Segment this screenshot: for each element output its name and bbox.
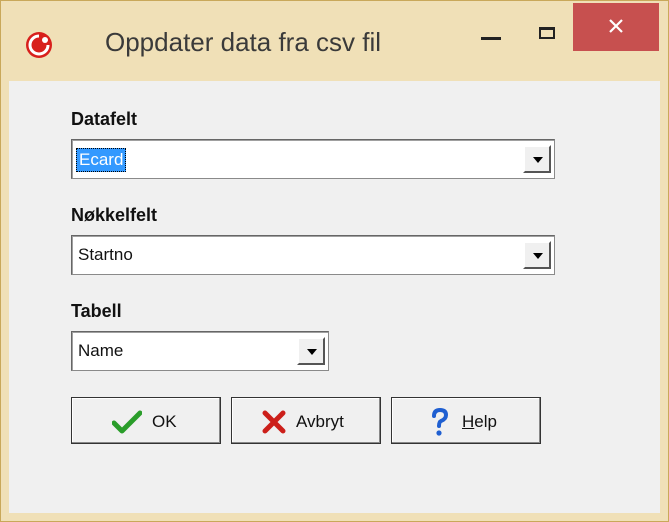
- dialog-window: Oppdater data fra csv fil Datafelt Ecard…: [0, 0, 669, 522]
- help-label-rest: elp: [474, 412, 497, 431]
- title-bar[interactable]: Oppdater data fra csv fil: [1, 1, 668, 81]
- help-button[interactable]: Help: [391, 397, 541, 444]
- nokkelfelt-dropdown-button[interactable]: [523, 241, 551, 269]
- datafelt-value: Ecard: [76, 148, 127, 172]
- help-label: Help: [462, 412, 497, 432]
- cancel-label: Avbryt: [296, 412, 344, 431]
- ok-button[interactable]: OK: [71, 397, 221, 444]
- dialog-body: Datafelt Ecard Nøkkelfelt Startno Tabell…: [9, 81, 660, 513]
- ok-label: OK: [152, 412, 177, 431]
- tabell-combobox[interactable]: Name: [71, 331, 329, 371]
- nokkelfelt-combobox[interactable]: Startno: [71, 235, 555, 275]
- window-title: Oppdater data fra csv fil: [105, 27, 382, 57]
- datafelt-dropdown-button[interactable]: [523, 145, 551, 173]
- close-button[interactable]: [573, 3, 659, 51]
- chevron-down-icon: [533, 253, 543, 259]
- minimize-icon: [481, 37, 501, 40]
- close-icon: [609, 19, 623, 33]
- maximize-icon: [539, 27, 555, 39]
- question-icon: [432, 407, 449, 436]
- help-hotkey: H: [462, 412, 475, 431]
- tabell-dropdown-button[interactable]: [297, 337, 325, 365]
- tabell-label: Tabell: [71, 301, 122, 321]
- nokkelfelt-value: Startno: [78, 245, 133, 264]
- nokkelfelt-label: Nøkkelfelt: [71, 205, 158, 225]
- app-logo-icon: [26, 32, 52, 58]
- minimize-button[interactable]: [467, 15, 523, 55]
- tabell-value: Name: [78, 341, 124, 360]
- datafelt-label: Datafelt: [71, 109, 138, 129]
- checkmark-icon: [112, 410, 142, 434]
- datafelt-combobox[interactable]: Ecard: [71, 139, 555, 179]
- cancel-button[interactable]: Avbryt: [231, 397, 381, 444]
- maximize-button[interactable]: [525, 15, 571, 55]
- x-icon: [262, 410, 286, 434]
- chevron-down-icon: [307, 349, 317, 355]
- chevron-down-icon: [533, 157, 543, 163]
